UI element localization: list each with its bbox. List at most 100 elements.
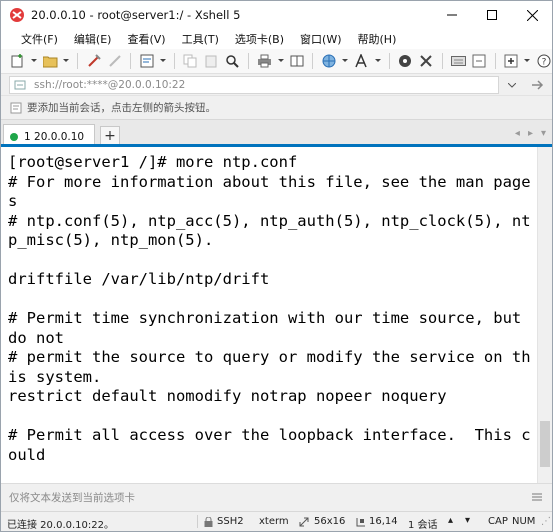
menu-tabs[interactable]: 选项卡(B)	[227, 31, 292, 47]
find-button[interactable]	[224, 52, 241, 70]
printer-icon	[257, 54, 271, 68]
toolbar: ?	[1, 49, 552, 73]
terminal-line: [root@server1 /]# more ntp.conf	[8, 153, 298, 171]
help-button[interactable]: ?	[535, 52, 552, 70]
font-dropdown[interactable]	[374, 52, 382, 70]
add-session-arrow-icon[interactable]	[9, 101, 23, 115]
scrollbar-thumb[interactable]	[540, 421, 550, 467]
resize-icon	[299, 517, 309, 527]
address-field[interactable]: ssh://root:****@20.0.0.10:22	[9, 75, 499, 94]
properties-dropdown[interactable]	[159, 52, 167, 70]
link-icon	[14, 80, 26, 89]
add-dropdown[interactable]	[524, 52, 532, 70]
chevron-down-icon	[342, 59, 349, 62]
help-icon: ?	[537, 54, 551, 68]
globe-icon	[322, 54, 336, 68]
menu-file[interactable]: 文件(F)	[13, 31, 66, 47]
arrow-right-icon[interactable]	[532, 80, 544, 90]
xshell-app-icon	[10, 8, 24, 22]
menu-view[interactable]: 查看(V)	[119, 31, 173, 47]
session-up-icon[interactable]: ▴	[448, 515, 453, 526]
terminal-line: # Permit time synchronization with our t…	[8, 309, 522, 327]
globe-dropdown[interactable]	[341, 52, 349, 70]
layout-button[interactable]	[288, 52, 305, 70]
menu-window[interactable]: 窗口(W)	[292, 31, 349, 47]
terminal-line: # Permit all access over the loopback in…	[8, 426, 531, 444]
menu-edit[interactable]: 编辑(E)	[66, 31, 120, 47]
terminal-line: is system.	[8, 367, 102, 386]
toolbar-separator	[173, 53, 175, 69]
open-button[interactable]	[42, 52, 59, 70]
close-button[interactable]	[512, 1, 552, 29]
menu-tools[interactable]: 工具(T)	[174, 31, 227, 47]
transfer-icon	[420, 55, 432, 67]
tab-label: 1 20.0.0.10	[24, 130, 85, 143]
maximize-button[interactable]	[472, 1, 512, 29]
properties-button[interactable]	[138, 52, 155, 70]
new-tab-button[interactable]: +	[100, 126, 120, 146]
new-session-icon	[11, 54, 23, 68]
terminal-line: # For more information about this file, …	[8, 172, 531, 191]
terminal-line: restrict default nomodify notrap nopeer …	[8, 387, 447, 405]
compose-placeholder: 仅将文本发送到当前选项卡	[9, 492, 135, 504]
reconnect-button[interactable]	[85, 52, 102, 70]
toolbar-separator	[494, 53, 496, 69]
size-status: 56x16	[314, 516, 346, 527]
compose-bar[interactable]: 仅将文本发送到当前选项卡	[1, 483, 552, 511]
toolbar-separator	[441, 53, 443, 69]
cursor-position-icon	[356, 518, 365, 527]
connected-status-icon	[10, 132, 18, 141]
compose-menu-icon[interactable]	[532, 492, 542, 502]
xftp-button[interactable]	[396, 52, 413, 70]
minimize-button[interactable]	[432, 1, 472, 29]
terminal-scrollbar[interactable]	[537, 147, 552, 483]
keyboard-button[interactable]	[449, 52, 466, 70]
terminal-line: # permit the source to query or modify t…	[8, 348, 531, 366]
terminal-output[interactable]: [root@server1 /]# more ntp.conf # For mor…	[1, 147, 537, 483]
transfer-button[interactable]	[418, 52, 435, 70]
svg-text:?: ?	[541, 58, 546, 68]
print-dropdown[interactable]	[277, 52, 285, 70]
window-title: 20.0.0.10 - root@server1:/ - Xshell 5	[31, 8, 241, 22]
tab-list-icon[interactable]: ▾	[541, 128, 546, 139]
paste-button[interactable]	[203, 52, 220, 70]
session-down-icon[interactable]: ▾	[465, 515, 470, 526]
unlink-icon	[108, 55, 121, 67]
connection-status: 已连接 20.0.0.10:22。	[7, 520, 114, 531]
chevron-down-icon[interactable]	[508, 82, 516, 88]
tab-prev-icon[interactable]: ◂	[515, 128, 520, 139]
close-icon	[526, 9, 538, 21]
copy-button[interactable]	[182, 52, 199, 70]
new-session-button[interactable]	[9, 52, 26, 70]
cursor-status: 16,14	[369, 516, 398, 527]
tunnel-button[interactable]	[471, 52, 488, 70]
new-session-dropdown[interactable]	[30, 52, 38, 70]
tab-next-icon[interactable]: ▸	[528, 128, 533, 139]
terminal-line: ould	[8, 445, 46, 464]
status-separator	[197, 515, 198, 528]
pencil-link-icon	[87, 54, 101, 67]
tunnel-icon	[472, 54, 486, 68]
terminal-line: do not	[8, 328, 64, 347]
globe-button[interactable]	[320, 52, 337, 70]
add-button[interactable]	[503, 52, 520, 70]
font-button[interactable]	[353, 52, 370, 70]
resize-grip-icon[interactable]: ⋰	[541, 516, 551, 527]
keyboard-icon	[450, 56, 466, 66]
chevron-down-icon	[277, 59, 284, 62]
folder-icon	[42, 56, 58, 67]
menu-help[interactable]: 帮助(H)	[350, 31, 405, 47]
print-button[interactable]	[256, 52, 273, 70]
toolbar-separator	[388, 53, 390, 69]
open-dropdown[interactable]	[63, 52, 71, 70]
xshell-window: 20.0.0.10 - root@server1:/ - Xshell 5 文件…	[0, 0, 553, 532]
terminal-line: # ntp.conf(5), ntp_acc(5), ntp_auth(5), …	[8, 211, 531, 230]
sessions-status: 1 会话	[408, 520, 438, 531]
toolbar-separator	[130, 53, 132, 69]
address-bar: ssh://root:****@20.0.0.10:22	[1, 73, 552, 95]
disconnect-button[interactable]	[106, 52, 123, 70]
num-lock-indicator: NUM	[512, 516, 536, 527]
